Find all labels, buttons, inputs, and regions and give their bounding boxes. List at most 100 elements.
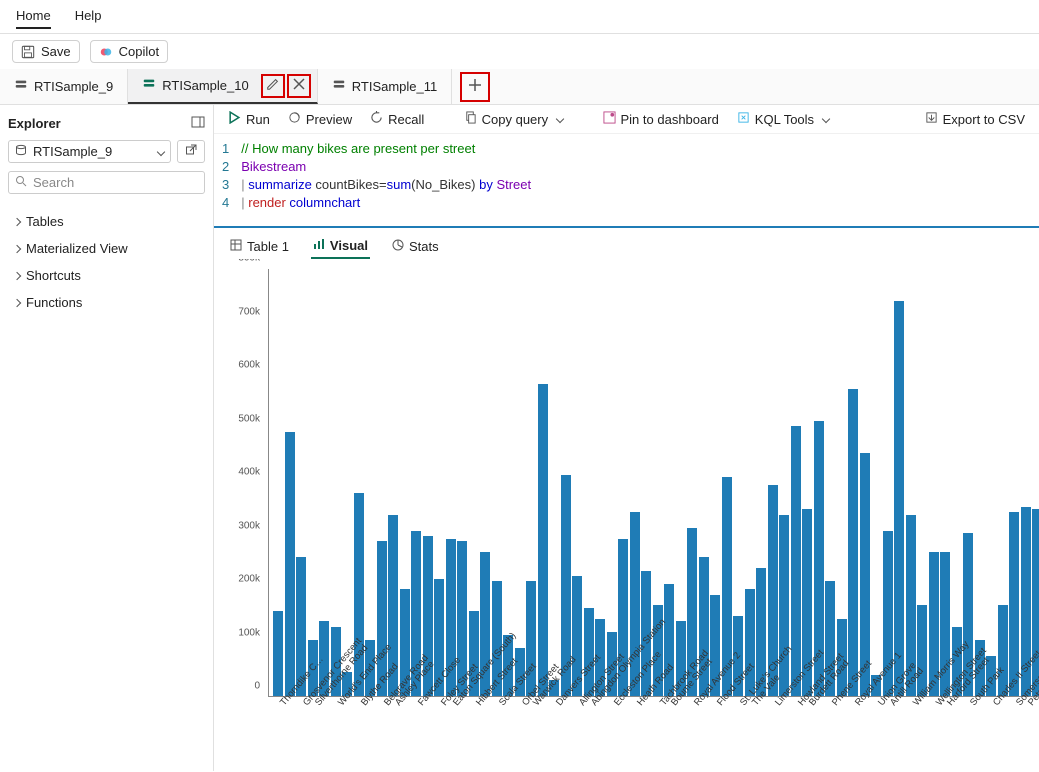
pin-dashboard-button[interactable]: Pin to dashboard bbox=[603, 111, 719, 127]
sidebar-item-label: Shortcuts bbox=[26, 268, 81, 283]
preview-icon bbox=[288, 111, 301, 127]
results-tab-table[interactable]: Table 1 bbox=[228, 234, 291, 259]
copilot-label: Copilot bbox=[119, 44, 159, 59]
close-icon bbox=[293, 78, 305, 93]
results-tabs: Table 1 Visual Stats bbox=[214, 226, 1039, 259]
run-label: Run bbox=[246, 112, 270, 127]
code: // How many bikes are present per street… bbox=[241, 140, 531, 212]
open-external-button[interactable] bbox=[177, 140, 205, 163]
tab-label: RTISample_11 bbox=[352, 79, 438, 94]
explorer-title: Explorer bbox=[8, 116, 61, 131]
plus-icon bbox=[468, 78, 482, 95]
new-tab-button[interactable] bbox=[460, 72, 490, 102]
recall-label: Recall bbox=[388, 112, 424, 127]
dataset-icon bbox=[142, 77, 156, 94]
tab-rtisample-11[interactable]: RTISample_11 bbox=[318, 69, 453, 104]
results-tab-label: Table 1 bbox=[247, 239, 289, 254]
dataset-icon bbox=[14, 78, 28, 95]
tab-label: RTISample_10 bbox=[162, 78, 248, 93]
tab-bar: RTISample_9 RTISample_10 RTISample_11 bbox=[0, 69, 1039, 105]
gutter: 1234 bbox=[222, 140, 241, 212]
database-icon bbox=[15, 144, 27, 159]
play-icon bbox=[228, 111, 241, 127]
tab-actions bbox=[261, 74, 311, 98]
pencil-icon bbox=[266, 77, 280, 94]
tools-icon bbox=[737, 111, 750, 127]
close-tab-button[interactable] bbox=[287, 74, 311, 98]
new-tab-wrap bbox=[452, 69, 498, 104]
tab-label: RTISample_9 bbox=[34, 79, 113, 94]
sidebar-item-label: Materialized View bbox=[26, 241, 128, 256]
bar bbox=[538, 384, 548, 696]
database-name: RTISample_9 bbox=[33, 144, 112, 159]
sidebar-item-matview[interactable]: Materialized View bbox=[8, 235, 205, 262]
rename-tab-button[interactable] bbox=[261, 74, 285, 98]
y-tick: 600k bbox=[220, 360, 260, 371]
preview-button[interactable]: Preview bbox=[288, 111, 352, 127]
save-button[interactable]: Save bbox=[12, 40, 80, 63]
recall-button[interactable]: Recall bbox=[370, 111, 424, 127]
sidebar-item-tables[interactable]: Tables bbox=[8, 208, 205, 235]
kql-tools-button[interactable]: KQL Tools bbox=[737, 111, 829, 127]
chevron-right-icon bbox=[13, 271, 21, 279]
y-axis: 0100k200k300k400k500k600k700k800k bbox=[220, 269, 260, 697]
x-axis: Thorndike C…Grosvenor CrescentSilverthor… bbox=[268, 697, 1039, 771]
results-tab-visual[interactable]: Visual bbox=[311, 234, 370, 259]
y-tick: 200k bbox=[220, 574, 260, 585]
run-button[interactable]: Run bbox=[228, 111, 270, 127]
chevron-down-icon bbox=[822, 115, 830, 123]
bar bbox=[894, 301, 904, 696]
stats-icon bbox=[392, 239, 404, 254]
table-icon bbox=[230, 239, 242, 254]
chevron-right-icon bbox=[13, 217, 21, 225]
export-csv-button[interactable]: Export to CSV bbox=[925, 111, 1025, 127]
dataset-icon bbox=[332, 78, 346, 95]
recall-icon bbox=[370, 111, 383, 127]
chevron-right-icon bbox=[13, 244, 21, 252]
search-icon bbox=[15, 175, 27, 190]
open-external-icon bbox=[185, 144, 197, 159]
sidebar-item-shortcuts[interactable]: Shortcuts bbox=[8, 262, 205, 289]
explorer-panel: Explorer RTISample_9 Search Tables Mater… bbox=[0, 105, 214, 771]
y-tick: 700k bbox=[220, 306, 260, 317]
toolbar: Save Copilot bbox=[0, 34, 1039, 69]
y-tick: 800k bbox=[220, 259, 260, 264]
pin-label: Pin to dashboard bbox=[621, 112, 719, 127]
chevron-down-icon bbox=[556, 115, 564, 123]
explorer-search[interactable]: Search bbox=[8, 171, 205, 194]
copilot-icon bbox=[99, 45, 113, 59]
sidebar-item-label: Functions bbox=[26, 295, 82, 310]
database-select[interactable]: RTISample_9 bbox=[8, 140, 171, 163]
menu-home[interactable]: Home bbox=[16, 4, 51, 29]
sidebar-item-functions[interactable]: Functions bbox=[8, 289, 205, 316]
export-label: Export to CSV bbox=[943, 112, 1025, 127]
kql-label: KQL Tools bbox=[755, 112, 814, 127]
copy-query-button[interactable]: Copy query bbox=[464, 111, 563, 127]
chart: 0100k200k300k400k500k600k700k800k Thornd… bbox=[214, 259, 1039, 771]
results-tab-label: Stats bbox=[409, 239, 439, 254]
tab-rtisample-10[interactable]: RTISample_10 bbox=[128, 69, 317, 104]
save-icon bbox=[21, 45, 35, 59]
collapse-panel-icon[interactable] bbox=[191, 115, 205, 132]
top-menu: Home Help bbox=[0, 0, 1039, 34]
preview-label: Preview bbox=[306, 112, 352, 127]
sidebar-item-label: Tables bbox=[26, 214, 64, 229]
y-tick: 400k bbox=[220, 467, 260, 478]
y-tick: 0 bbox=[220, 681, 260, 692]
bar bbox=[285, 432, 295, 696]
menu-help[interactable]: Help bbox=[75, 4, 102, 29]
copy-query-label: Copy query bbox=[482, 112, 548, 127]
query-action-bar: Run Preview Recall | Copy query | Pin to… bbox=[214, 105, 1039, 134]
save-label: Save bbox=[41, 44, 71, 59]
y-tick: 100k bbox=[220, 627, 260, 638]
copilot-button[interactable]: Copilot bbox=[90, 40, 168, 63]
results-tab-stats[interactable]: Stats bbox=[390, 234, 441, 259]
main-area: Run Preview Recall | Copy query | Pin to… bbox=[214, 105, 1039, 771]
chevron-right-icon bbox=[13, 298, 21, 306]
tab-rtisample-9[interactable]: RTISample_9 bbox=[0, 69, 128, 104]
y-tick: 300k bbox=[220, 520, 260, 531]
chevron-down-icon bbox=[157, 147, 165, 155]
export-icon bbox=[925, 111, 938, 127]
search-placeholder: Search bbox=[33, 175, 74, 190]
query-editor[interactable]: 1234 // How many bikes are present per s… bbox=[214, 134, 1039, 226]
